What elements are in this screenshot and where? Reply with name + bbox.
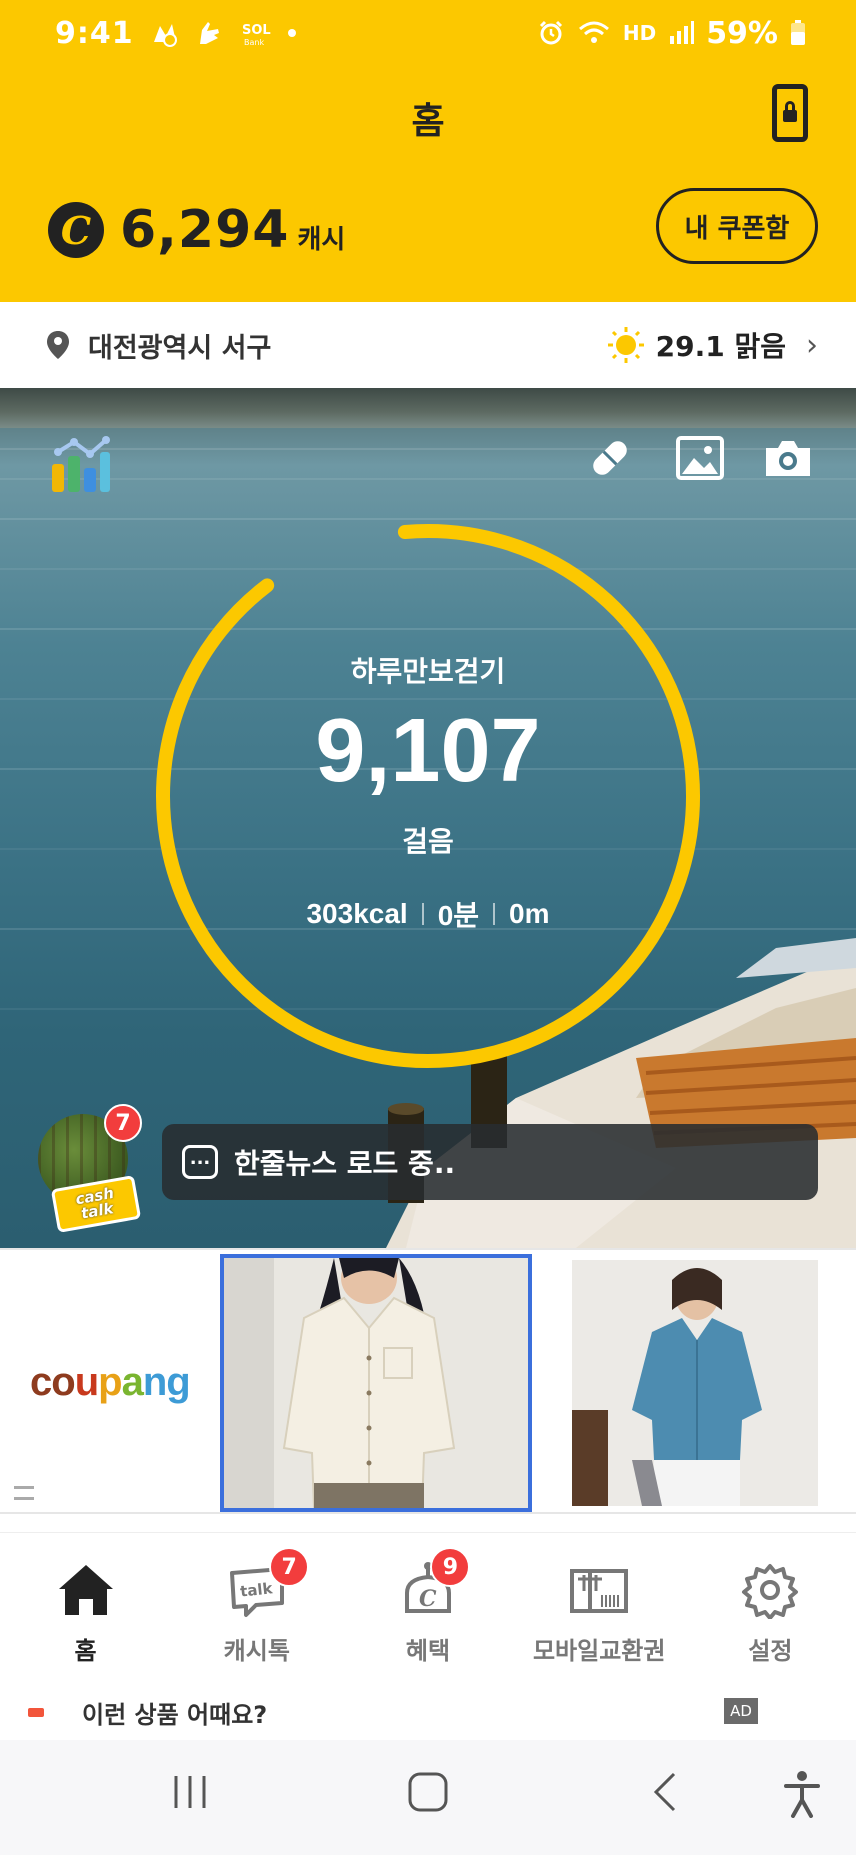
news-text: 한줄뉴스 로드 중..: [234, 1147, 456, 1180]
pill-icon[interactable]: [584, 432, 636, 484]
cash-coin-icon: C: [48, 202, 104, 258]
step-count: 9,107: [315, 701, 541, 801]
location-name: 대전광역시 서구: [88, 332, 272, 364]
stats-divider: [421, 903, 424, 925]
product-image-denim-shirt[interactable]: [572, 1260, 818, 1506]
nav-item-mobile-voucher[interactable]: 모바일교환권: [514, 1533, 685, 1682]
chevron-right-icon: ›: [806, 327, 818, 363]
lock-screen-button[interactable]: [772, 84, 808, 142]
coupang-logo[interactable]: coupang: [30, 1360, 191, 1405]
statistics-icon[interactable]: [50, 434, 112, 494]
wifi-icon: [578, 21, 609, 43]
coupon-box-button[interactable]: 내 쿠폰함: [656, 188, 818, 264]
gallery-icon[interactable]: [674, 432, 726, 484]
hand-notification-icon: [199, 22, 219, 44]
step-unit: 걸음: [402, 825, 454, 858]
menu-icon[interactable]: [14, 1486, 34, 1500]
location-weather-bar[interactable]: 대전광역시 서구 29.1 맑음 ›: [0, 302, 856, 388]
benefits-nav-badge: 9: [430, 1547, 471, 1587]
calories-value: 303kcal: [306, 898, 408, 929]
gift-card-icon: [570, 1569, 629, 1613]
settings-icon: [742, 1564, 799, 1619]
location-pin-icon: [47, 331, 69, 359]
home-button-icon[interactable]: [406, 1770, 450, 1814]
system-navigation-bar: [0, 1740, 856, 1855]
nav-item-cashtalk[interactable]: talk 캐시톡 7: [171, 1533, 342, 1682]
pedometer-hero: 하루만보걷기 9,107 걸음 303kcal 0분 0m cash talk …: [0, 388, 856, 1248]
bottom-navigation: 홈 talk 캐시톡 7 C 혜택 9 모바일교환권 설정: [0, 1532, 856, 1682]
back-icon[interactable]: [650, 1770, 680, 1814]
camera-icon[interactable]: [762, 432, 814, 484]
home-icon: [58, 1565, 113, 1615]
cash-balance[interactable]: C 6,294 캐시: [48, 200, 345, 260]
pedometer-title: 하루만보걷기: [350, 655, 506, 688]
product-image-blouse[interactable]: [220, 1254, 532, 1512]
page-title: 홈: [411, 101, 445, 142]
app-header: 홈 C 6,294 캐시 내 쿠폰함: [0, 66, 856, 302]
weather-info[interactable]: 29.1 맑음 ›: [606, 325, 818, 365]
cash-notification-icon: [153, 24, 177, 47]
signal-icon: [670, 21, 695, 44]
svg-text:C: C: [419, 1586, 437, 1612]
svg-text:Bank: Bank: [244, 38, 264, 47]
sun-icon: [607, 327, 644, 363]
nav-item-benefits[interactable]: C 혜택 9: [342, 1533, 513, 1682]
dot-icon: [287, 29, 296, 37]
distance-value: 0m: [509, 898, 550, 929]
shoreline-background: [0, 388, 856, 428]
news-ticker[interactable]: ... 한줄뉴스 로드 중..: [162, 1124, 818, 1200]
battery-icon: [791, 20, 805, 45]
battery-percent: 59%: [706, 15, 778, 51]
cash-unit: 캐시: [297, 224, 346, 255]
stats-divider: [493, 903, 496, 925]
status-time: 9:41: [55, 15, 134, 51]
ad-carousel[interactable]: coupang: [0, 1248, 856, 1514]
ad-badge: AD: [724, 1698, 758, 1724]
minutes-value: 0분: [437, 900, 480, 931]
status-system-icons: HD 59%: [537, 16, 806, 51]
alarm-icon: [539, 20, 562, 45]
weather-text: 29.1 맑음: [655, 330, 786, 363]
status-notification-icons: SOL Bank: [150, 18, 298, 48]
cashtalk-nav-badge: 7: [269, 1547, 310, 1587]
cashtalk-badge: 7: [104, 1104, 142, 1142]
status-bar: 9:41 SOL Bank HD 59%: [0, 0, 856, 66]
suggestion-text: 이런 상품 어때요?: [82, 1700, 268, 1729]
accessibility-icon[interactable]: [782, 1770, 822, 1818]
more-dots-icon: ...: [182, 1145, 218, 1179]
product-suggestion-bar[interactable]: 이런 상품 어때요? AD: [0, 1684, 856, 1740]
hd-voice-icon: HD: [622, 21, 657, 45]
activity-stats: 303kcal 0분 0m: [0, 894, 856, 934]
nav-item-home[interactable]: 홈: [0, 1533, 171, 1682]
sol-bank-icon: SOLBank: [242, 23, 271, 47]
phone-lock-icon: [783, 101, 797, 122]
recent-apps-icon[interactable]: [170, 1770, 210, 1814]
svg-text:talk: talk: [239, 1579, 274, 1600]
svg-text:SOL: SOL: [242, 23, 271, 38]
cash-amount: 6,294: [120, 200, 290, 260]
tag-icon: [28, 1707, 44, 1717]
nav-item-settings[interactable]: 설정: [685, 1533, 856, 1682]
